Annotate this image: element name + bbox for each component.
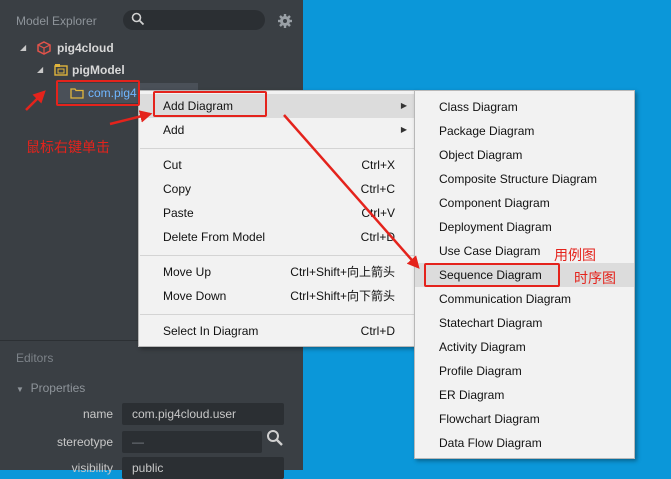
annotation-arrows [25, 90, 420, 269]
arrow-to-add-diagram [109, 110, 153, 126]
arrow-to-tree-item [25, 90, 46, 111]
arrow-to-sequence-diagram [283, 114, 420, 269]
